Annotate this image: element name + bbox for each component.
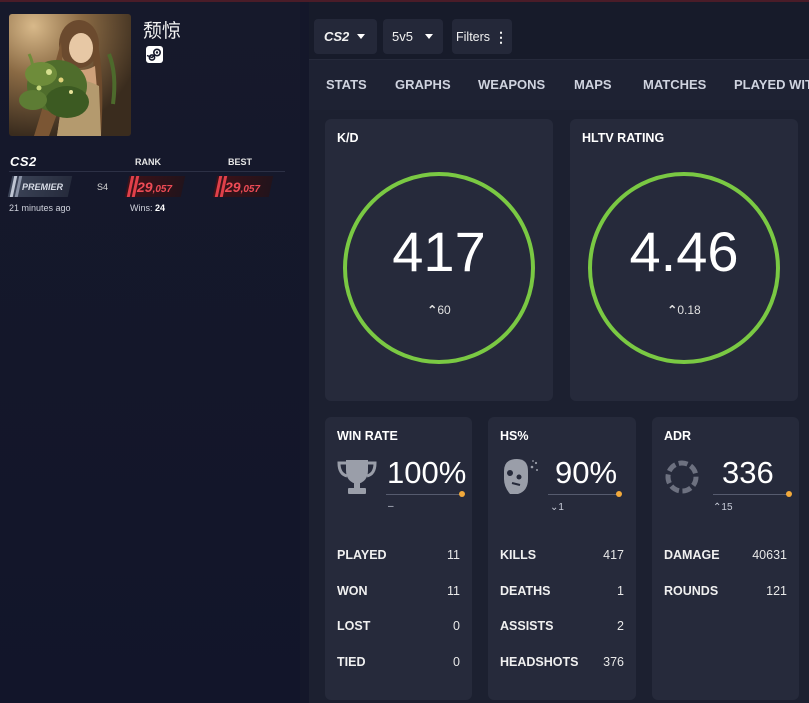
stat-value-deaths: 1 [617, 584, 624, 598]
arrow-up-icon: ⌃ [667, 303, 678, 317]
win-rate-progress [386, 491, 465, 497]
more-vertical-icon: ⋮ [494, 28, 509, 45]
best-rating-main: 29 [225, 179, 241, 195]
rank-divider [9, 171, 285, 172]
progress-dot [616, 491, 622, 497]
best-header: BEST [228, 157, 253, 167]
tab-maps[interactable]: MAPS [574, 77, 612, 92]
arrow-up-icon: ⌃ [427, 303, 438, 317]
tab-played-with[interactable]: PLAYED WIT [734, 77, 809, 92]
stat-label-assists: ASSISTS [500, 619, 554, 633]
adr-delta: ⌃15 [713, 502, 733, 513]
hltv-title: HLTV RATING [582, 131, 665, 145]
tab-weapons[interactable]: WEAPONS [478, 77, 545, 92]
stat-label-rounds: ROUNDS [664, 584, 719, 598]
kd-delta: ⌃60 [345, 303, 533, 317]
game-select-label: CS2 [324, 29, 350, 44]
hs-delta: ⌄1 [550, 502, 564, 513]
stats-panel: CS2 5v5 Filters ⋮ STATS GRAPHS WEAPONS MA… [309, 2, 809, 703]
stat-value-damage: 40631 [752, 548, 787, 562]
premier-label: PREMIER [22, 182, 64, 192]
adr-progress [713, 491, 792, 497]
rank-rating-main: 29 [137, 179, 153, 195]
adr-title: ADR [664, 429, 692, 443]
adr-value: 336 [722, 455, 774, 490]
adr-ring-icon [665, 460, 699, 494]
hltv-card: HLTV RATING 4.46 ⌃0.18 [570, 119, 798, 401]
mode-select[interactable]: 5v5 [383, 19, 443, 54]
wins-label: Wins: [130, 203, 153, 213]
kd-value: 417 [392, 220, 486, 283]
stats-tabs: STATS GRAPHS WEAPONS MAPS MATCHES PLAYED… [309, 59, 809, 110]
profile-sidebar: 颓惊 CS2 RANK BEST PREMIER S4 29,057 29,05… [0, 2, 300, 703]
hltv-delta-value: 0.18 [677, 303, 701, 317]
hltv-value: 4.46 [629, 220, 739, 283]
trophy-icon [337, 460, 377, 494]
stat-label-lost: LOST [337, 619, 371, 633]
stat-value-assists: 2 [617, 619, 624, 633]
username: 颓惊 [143, 21, 182, 42]
rank-header: RANK [135, 157, 161, 167]
headshot-icon [504, 459, 538, 494]
hltv-delta: ⌃0.18 [590, 303, 778, 317]
hs-title: HS% [500, 429, 529, 443]
win-rate-delta: – [388, 501, 394, 512]
steam-icon[interactable] [146, 46, 163, 63]
stat-label-damage: DAMAGE [664, 548, 720, 562]
stat-label-kills: KILLS [500, 548, 537, 562]
stat-value-headshots: 376 [603, 655, 624, 669]
cs2-logo: CS2 [10, 154, 37, 169]
stat-label-tied: TIED [337, 655, 366, 669]
stat-value-kills: 417 [603, 548, 624, 562]
hs-progress [548, 491, 622, 497]
hs-card: HS% 90% ⌄1 KILLS 417 DEATHS 1 ASSISTS 2 … [488, 417, 636, 700]
filters-button[interactable]: Filters ⋮ [452, 19, 512, 54]
mode-select-label: 5v5 [392, 29, 413, 44]
tab-graphs[interactable]: GRAPHS [395, 77, 451, 92]
progress-dot [459, 491, 465, 497]
avatar[interactable] [9, 14, 131, 136]
chevron-down-icon [357, 34, 366, 39]
wins-value: 24 [155, 203, 166, 213]
filters-label: Filters [456, 29, 491, 44]
rank-rating-sub: ,057 [152, 184, 173, 195]
chevron-down-icon [424, 34, 433, 39]
win-rate-title: WIN RATE [337, 429, 398, 443]
stat-label-played: PLAYED [337, 548, 387, 562]
stat-value-played: 11 [447, 548, 460, 562]
stat-label-deaths: DEATHS [500, 584, 551, 598]
adr-delta-value: 15 [721, 502, 733, 513]
kd-title: K/D [337, 131, 359, 145]
stat-value-lost: 0 [453, 619, 460, 633]
season-label: S4 [97, 182, 109, 192]
last-updated: 21 minutes ago [9, 203, 71, 213]
current-rank-rating: 29,057 [124, 176, 187, 197]
stat-label-won: WON [337, 584, 368, 598]
best-rank-rating: 29,057 [212, 176, 275, 197]
stat-value-won: 11 [447, 584, 460, 598]
win-rate-card: WIN RATE 100% – PLAYED 11 WON 11 LOST 0 … [325, 417, 472, 700]
hs-value: 90% [555, 455, 618, 490]
wins-count: Wins: 24 [130, 203, 165, 213]
tab-matches[interactable]: MATCHES [643, 77, 706, 92]
kd-card: K/D 417 ⌃60 [325, 119, 553, 401]
stat-value-rounds: 121 [766, 584, 787, 598]
hs-delta-value: 1 [558, 502, 564, 513]
win-rate-value: 100% [387, 455, 467, 490]
progress-dot [786, 491, 792, 497]
stat-value-tied: 0 [453, 655, 460, 669]
best-rating-sub: ,057 [240, 184, 261, 195]
kd-delta-value: 60 [437, 303, 451, 317]
tab-stats[interactable]: STATS [326, 77, 367, 92]
filter-bar: CS2 5v5 Filters ⋮ [309, 2, 809, 59]
game-select[interactable]: CS2 [314, 19, 377, 54]
adr-card: ADR 336 ⌃15 DAMAGE 40631 ROUNDS 121 [652, 417, 799, 700]
